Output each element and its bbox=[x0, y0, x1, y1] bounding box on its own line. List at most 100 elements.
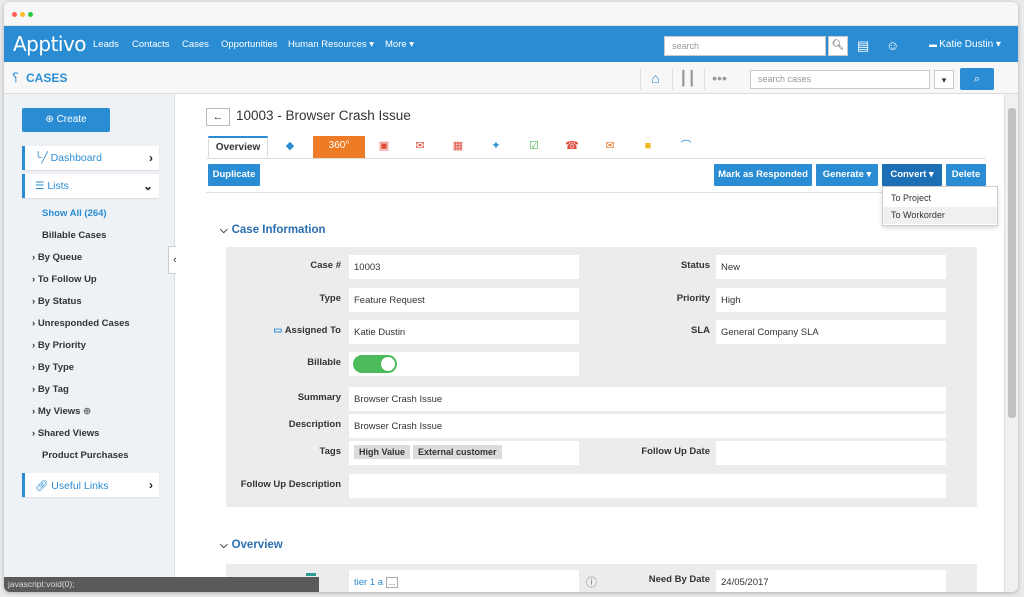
mark-as-responded-button[interactable]: Mark as Responded bbox=[714, 164, 812, 186]
tab-attachment-icon[interactable]: ⌒ bbox=[670, 136, 702, 158]
module-title: CASES bbox=[26, 71, 68, 85]
generate-button[interactable]: Generate ▾ bbox=[816, 164, 878, 186]
store-icon[interactable]: ▤ bbox=[857, 38, 869, 54]
tab-pin-icon[interactable]: ✦ bbox=[480, 136, 512, 158]
status-field[interactable]: New bbox=[716, 255, 946, 279]
tab-notes-icon[interactable]: ■ bbox=[632, 136, 664, 158]
tab-email-icon[interactable]: ✉ bbox=[404, 136, 436, 158]
app-logo[interactable]: Apptivo bbox=[13, 32, 87, 56]
tab-divider bbox=[206, 158, 986, 159]
sidebar-dashboard[interactable]: ╰╱ Dashboard › bbox=[22, 146, 159, 170]
tab-phone-icon[interactable]: ☎ bbox=[556, 136, 588, 158]
sidebar-item-by-status[interactable]: › By Status bbox=[32, 296, 82, 307]
nav-human-resources[interactable]: Human Resources ▾ bbox=[288, 39, 374, 50]
assigned-to-field[interactable]: Katie Dustin bbox=[349, 320, 579, 344]
priority-field[interactable]: High bbox=[716, 288, 946, 312]
assigned-to-text: Assigned To bbox=[284, 325, 341, 336]
search-icon: ⌕ bbox=[973, 73, 981, 85]
section-title: Case Information bbox=[231, 224, 326, 236]
link-icon: 🔗︎ bbox=[35, 480, 52, 492]
info-icon[interactable]: ⓘ bbox=[586, 574, 597, 590]
close-window-icon[interactable] bbox=[12, 12, 17, 17]
sidebar-item-by-queue[interactable]: › By Queue bbox=[32, 252, 82, 263]
add-view-icon[interactable]: ⊕ bbox=[83, 406, 91, 417]
convert-button[interactable]: Convert ▾ bbox=[882, 164, 942, 186]
global-search-input[interactable]: search bbox=[664, 36, 826, 56]
billable-toggle[interactable] bbox=[353, 355, 397, 373]
nav-opportunities[interactable]: Opportunities bbox=[221, 39, 278, 50]
description-field[interactable]: Browser Crash Issue bbox=[349, 414, 946, 438]
tier-field[interactable]: tier 1 a ... bbox=[349, 570, 579, 592]
record-title: 10003 - Browser Crash Issue bbox=[236, 108, 411, 123]
sidebar-item-label: By Type bbox=[37, 362, 75, 373]
need-by-date-field[interactable]: 24/05/2017 bbox=[716, 570, 946, 592]
sidebar-useful-links[interactable]: 🔗︎ Useful Links › bbox=[22, 473, 159, 497]
type-field[interactable]: Feature Request bbox=[349, 288, 579, 312]
section-title: Overview bbox=[231, 539, 283, 551]
tab-calendar-icon[interactable]: ▣ bbox=[368, 136, 400, 158]
sidebar-item-by-priority[interactable]: › By Priority bbox=[32, 340, 86, 351]
search-icon[interactable]: 🔍︎ bbox=[828, 36, 848, 56]
sla-label: SLA bbox=[691, 325, 710, 336]
case-number-field[interactable]: 10003 bbox=[349, 255, 579, 279]
contact-card-icon: ▭ bbox=[273, 325, 285, 336]
case-search-input[interactable]: search cases bbox=[750, 70, 930, 89]
follow-up-description-field[interactable] bbox=[349, 474, 946, 498]
menu-item-to-workorder[interactable]: To Workorder bbox=[883, 207, 997, 224]
back-button[interactable]: ← bbox=[206, 108, 230, 126]
tab-events-icon[interactable]: ▦ bbox=[442, 136, 474, 158]
sidebar-item-to-follow-up[interactable]: › To Follow Up bbox=[32, 274, 97, 285]
maximize-window-icon[interactable] bbox=[28, 12, 33, 17]
tab-tasks-icon[interactable]: ☑ bbox=[518, 136, 550, 158]
add-user-icon[interactable]: ☺ bbox=[886, 38, 899, 53]
delete-button[interactable]: Delete bbox=[946, 164, 986, 186]
sidebar-item-my-views[interactable]: › My Views ⊕ bbox=[32, 406, 91, 417]
chevron-right-icon: › bbox=[149, 478, 153, 492]
sidebar-item-unresponded-cases[interactable]: › Unresponded Cases bbox=[32, 318, 130, 329]
tag-chip[interactable]: High Value bbox=[354, 445, 411, 459]
user-menu[interactable]: ▬ Katie Dustin ▾ bbox=[929, 39, 1001, 50]
summary-field[interactable]: Browser Crash Issue bbox=[349, 387, 946, 411]
chevron-down-icon: ⌄ bbox=[142, 179, 153, 193]
case-information-header[interactable]: ⌵ Case Information bbox=[220, 224, 326, 236]
more-options-icon[interactable]: ••• bbox=[704, 68, 734, 90]
tags-field[interactable]: High Value External customer bbox=[349, 441, 579, 465]
tab-overview[interactable]: Overview bbox=[208, 136, 268, 158]
sidebar-lists[interactable]: ☰ Lists ⌄ bbox=[22, 174, 159, 198]
tab-mail-icon[interactable]: ✉ bbox=[594, 136, 626, 158]
home-icon[interactable]: ⌂ bbox=[640, 68, 670, 90]
sla-field[interactable]: General Company SLA bbox=[716, 320, 946, 344]
duplicate-button[interactable]: Duplicate bbox=[208, 164, 260, 186]
tag-chip[interactable]: External customer bbox=[413, 445, 502, 459]
sidebar-item-by-tag[interactable]: › By Tag bbox=[32, 384, 69, 395]
tab-shield-icon[interactable]: ◆ bbox=[274, 136, 306, 158]
sidebar-item-show-all[interactable]: Show All (264) bbox=[42, 208, 107, 219]
sidebar-item-billable-cases[interactable]: Billable Cases bbox=[42, 230, 106, 241]
sidebar-item-product-purchases[interactable]: Product Purchases bbox=[42, 450, 129, 461]
create-label: Create bbox=[56, 114, 87, 125]
chevron-down-icon: ⌵ bbox=[220, 540, 228, 551]
nav-leads[interactable]: Leads bbox=[93, 39, 119, 50]
case-search-button[interactable]: ⌕ bbox=[960, 68, 994, 90]
chevron-right-icon: › bbox=[149, 151, 153, 165]
nav-cases[interactable]: Cases bbox=[182, 39, 209, 50]
tier-more-button[interactable]: ... bbox=[385, 577, 399, 588]
search-filter-dropdown[interactable]: ▾ bbox=[934, 70, 954, 89]
sidebar-item-label: By Tag bbox=[37, 384, 69, 395]
ear-icon: ⸮ bbox=[12, 70, 19, 85]
follow-up-date-field[interactable] bbox=[716, 441, 946, 465]
scrollbar-thumb[interactable] bbox=[1008, 108, 1016, 418]
vertical-scrollbar[interactable] bbox=[1004, 94, 1018, 592]
minimize-window-icon[interactable] bbox=[20, 12, 25, 17]
sidebar-item-by-type[interactable]: › By Type bbox=[32, 362, 74, 373]
nav-contacts[interactable]: Contacts bbox=[132, 39, 170, 50]
nav-more[interactable]: More ▾ bbox=[385, 39, 414, 50]
overview-section-header[interactable]: ⌵ Overview bbox=[220, 539, 283, 551]
sidebar-item-shared-views[interactable]: › Shared Views bbox=[32, 428, 99, 439]
menu-item-to-project[interactable]: To Project bbox=[883, 190, 997, 207]
reports-icon[interactable]: ┃┃ bbox=[672, 68, 702, 90]
create-button[interactable]: ⊕ Create bbox=[22, 108, 110, 132]
need-by-date-label: Need By Date bbox=[648, 574, 710, 585]
tab-360[interactable]: 360° bbox=[313, 136, 365, 158]
convert-menu: To Project To Workorder bbox=[882, 186, 998, 226]
